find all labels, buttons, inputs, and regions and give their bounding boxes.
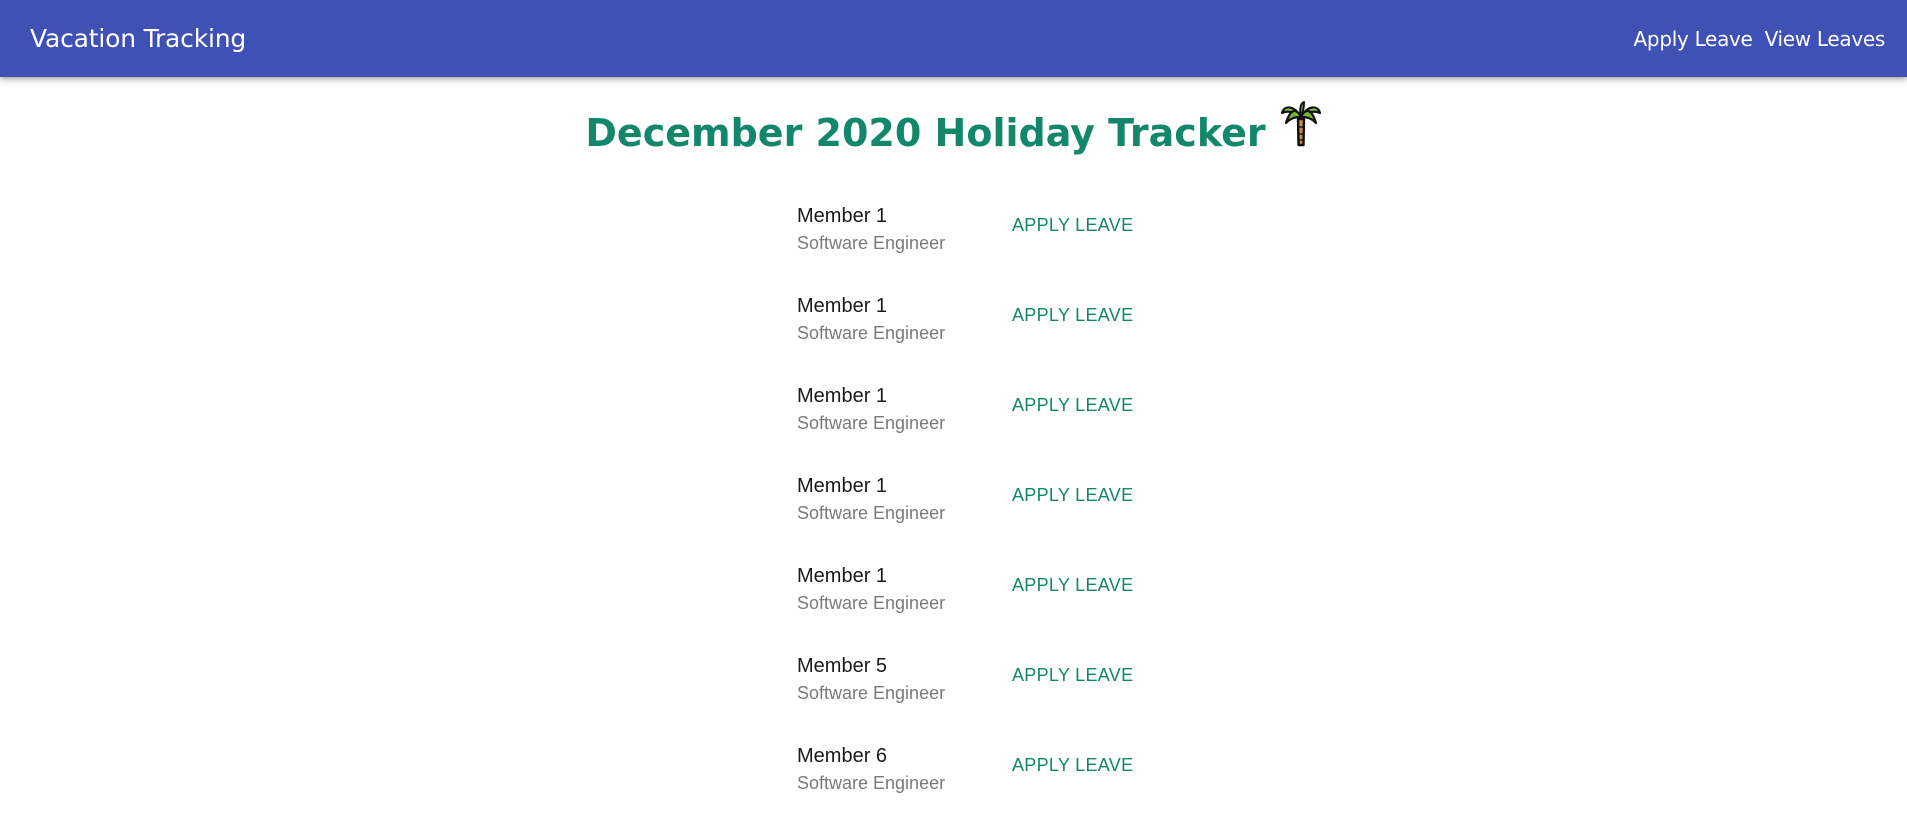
member-name: Member 6: [797, 745, 888, 767]
member-role: Software Engineer: [797, 323, 946, 343]
member-name: Member 1: [797, 475, 888, 497]
top-nav: Apply Leave View Leaves: [1634, 27, 1886, 51]
app-title: Vacation Tracking: [30, 24, 247, 53]
list-item: Member 5 Software Engineer APPLY LEAVE: [797, 644, 1157, 734]
member-name: Member 1: [797, 565, 888, 587]
nav-apply-leave[interactable]: Apply Leave: [1634, 27, 1753, 51]
member-role: Software Engineer: [797, 413, 946, 433]
nav-view-leaves[interactable]: View Leaves: [1765, 27, 1886, 51]
list-item: Member 1 Software Engineer APPLY LEAVE: [797, 464, 1157, 554]
member-name: Member 1: [797, 205, 888, 227]
apply-leave-button[interactable]: APPLY LEAVE: [1012, 574, 1133, 596]
member-name: Member 1: [797, 295, 888, 317]
member-name: Member 1: [797, 385, 888, 407]
apply-leave-button[interactable]: APPLY LEAVE: [1012, 214, 1133, 236]
palm-tree-icon: [1280, 100, 1322, 161]
list-item: Member 1 Software Engineer APPLY LEAVE: [797, 374, 1157, 464]
apply-leave-button[interactable]: APPLY LEAVE: [1012, 304, 1133, 326]
member-role: Software Engineer: [797, 233, 946, 253]
member-role: Software Engineer: [797, 503, 946, 523]
member-list: Member 1 Software Engineer APPLY LEAVE M…: [797, 194, 1157, 824]
list-item: Member 1 Software Engineer APPLY LEAVE: [797, 284, 1157, 374]
apply-leave-button[interactable]: APPLY LEAVE: [1012, 484, 1133, 506]
member-role: Software Engineer: [797, 773, 946, 793]
list-item: Member 1 Software Engineer APPLY LEAVE: [797, 554, 1157, 644]
app-bar: Vacation Tracking Apply Leave View Leave…: [0, 0, 1907, 77]
list-item: Member 1 Software Engineer APPLY LEAVE: [797, 194, 1157, 284]
apply-leave-button[interactable]: APPLY LEAVE: [1012, 754, 1133, 776]
apply-leave-button[interactable]: APPLY LEAVE: [1012, 664, 1133, 686]
page-title-text: December 2020 Holiday Tracker: [585, 111, 1266, 155]
member-role: Software Engineer: [797, 683, 946, 703]
member-name: Member 5: [797, 655, 888, 677]
page-title: December 2020 Holiday Tracker: [0, 100, 1907, 161]
apply-leave-button[interactable]: APPLY LEAVE: [1012, 394, 1133, 416]
list-item: Member 6 Software Engineer APPLY LEAVE: [797, 734, 1157, 824]
member-role: Software Engineer: [797, 593, 946, 613]
